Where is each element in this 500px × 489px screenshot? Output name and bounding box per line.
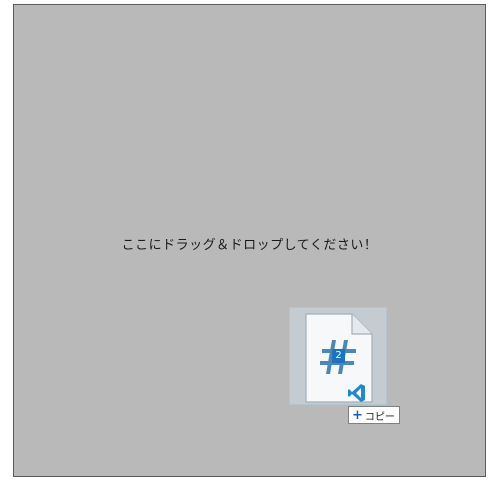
- drop-zone[interactable]: ここにドラッグ＆ドロップしてください！: [13, 4, 486, 477]
- drop-effect-label: コピー: [364, 411, 395, 423]
- drag-preview: 2: [289, 307, 387, 405]
- drop-instruction-text: ここにドラッグ＆ドロップしてください！: [121, 238, 378, 253]
- drop-effect-tooltip: + コピー: [348, 406, 400, 424]
- item-count-badge: 2: [332, 349, 345, 363]
- plus-icon: +: [352, 407, 363, 423]
